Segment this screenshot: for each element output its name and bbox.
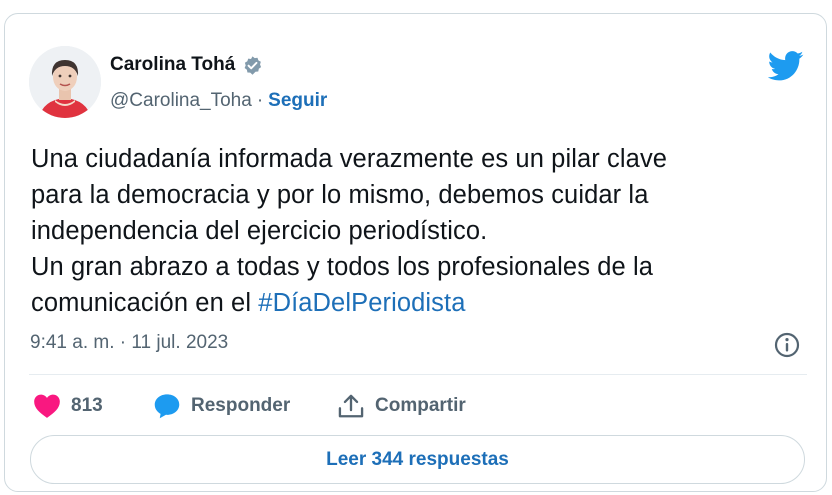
- author-name-row: Carolina Tohá: [110, 54, 263, 76]
- tweet-text: Una ciudadanía informada verazmente es u…: [31, 141, 811, 321]
- reply-button[interactable]: Responder: [153, 393, 337, 419]
- tweet-line: independencia del ejercicio periodístico…: [31, 217, 488, 245]
- action-bar: 813 Responder Compartir: [33, 388, 466, 424]
- author-handle[interactable]: @Carolina_Toha: [110, 90, 252, 112]
- tweet-line-text: comunicación en el: [31, 289, 259, 317]
- share-upload-icon: [338, 394, 364, 418]
- like-count: 813: [71, 395, 103, 416]
- read-replies-button[interactable]: Leer 344 respuestas: [30, 435, 805, 484]
- share-button[interactable]: Compartir: [337, 393, 466, 419]
- author-name[interactable]: Carolina Tohá: [110, 54, 235, 76]
- like-button[interactable]: 813: [33, 393, 153, 419]
- author-handle-row: @Carolina_Toha · Seguir: [110, 90, 327, 112]
- separator-dot: ·: [256, 90, 264, 111]
- divider: [29, 374, 807, 375]
- verified-badge-icon: [244, 55, 262, 75]
- reply-label: Responder: [191, 395, 291, 416]
- avatar-image: [29, 46, 101, 118]
- tweet-card: Carolina Tohá @Carolina_Toha · Seguir Un…: [4, 13, 827, 492]
- tweet-line-last: comunicación en el #DíaDelPeriodista: [31, 285, 811, 321]
- tweet-line: para la democracia y por lo mismo, debem…: [31, 181, 649, 209]
- avatar[interactable]: [29, 46, 101, 118]
- hashtag-link[interactable]: #DíaDelPeriodista: [258, 289, 465, 317]
- heart-icon: [34, 394, 60, 418]
- info-icon[interactable]: [773, 331, 801, 359]
- follow-button[interactable]: Seguir: [268, 90, 327, 112]
- tweet-line: Un gran abrazo a todas y todos los profe…: [31, 253, 654, 281]
- share-label: Compartir: [375, 395, 466, 416]
- tweet-timestamp[interactable]: 9:41 a. m. · 11 jul. 2023: [30, 332, 228, 354]
- speech-bubble-icon: [154, 394, 180, 419]
- tweet-line: Una ciudadanía informada verazmente es u…: [31, 145, 668, 173]
- twitter-bird-icon[interactable]: [768, 50, 804, 82]
